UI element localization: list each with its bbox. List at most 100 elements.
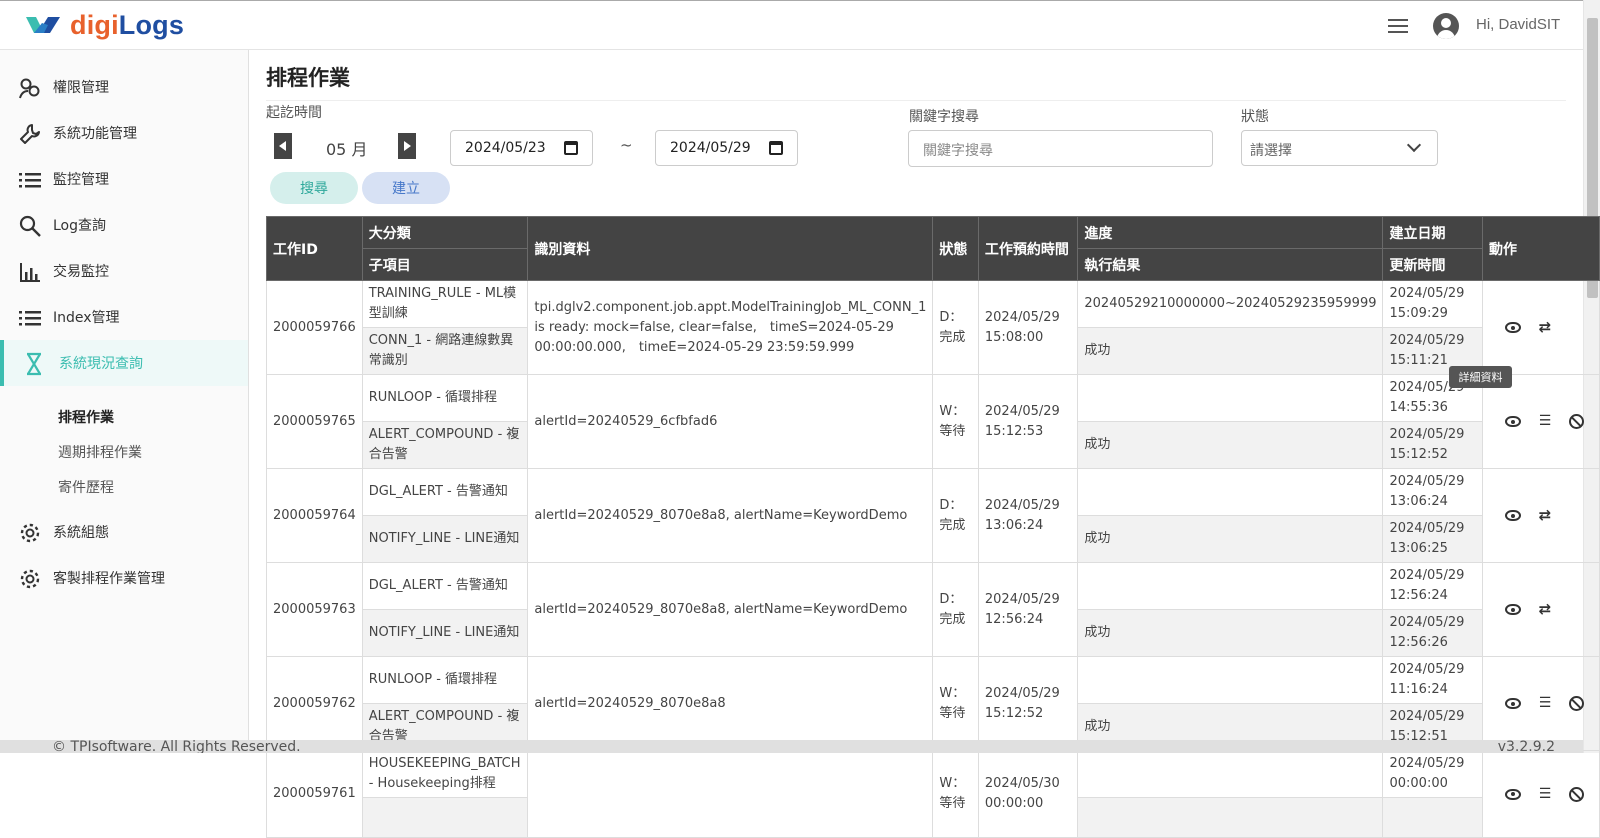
view-details-button[interactable] [1497,693,1529,715]
col-header-sub-item[interactable]: 子項目 [361,248,529,281]
col-header-created[interactable]: 建立日期 [1382,216,1483,249]
create-button[interactable]: 建立 [362,172,450,204]
cell-status: D：完成 [932,280,979,375]
cell-created: 2024/05/29 13:06:24 [1382,468,1483,516]
sidebar-item-label: 交易監控 [53,264,109,280]
avatar-icon[interactable] [1433,13,1459,39]
top-bar: digiLogs Hi, DavidSIT [0,0,1583,50]
cell-updated: 2024/05/29 13:06:25 [1382,515,1483,563]
col-header-job-id[interactable]: 工作ID [266,216,363,281]
hamburger-menu-icon[interactable] [1386,15,1410,37]
app-logo[interactable]: digiLogs [24,9,184,41]
rerun-button[interactable]: ⇄ [1529,317,1561,339]
cell-actions: ⇄ [1481,468,1600,563]
calendar-icon[interactable] [564,141,578,155]
col-header-status[interactable]: 狀態 [932,216,979,281]
checklist-button[interactable]: ☰ [1529,693,1561,715]
view-details-button[interactable] [1497,317,1529,339]
cancel-icon [1569,786,1585,802]
user-group-icon [19,78,40,99]
table-row: 2000059764 DGL_ALERT - 告警通知 alertId=202405… [266,468,1600,563]
cell-actions: ☰ [1481,656,1600,751]
status-select[interactable]: 請選擇 [1241,130,1438,166]
cell-identify: alertId=20240529_8070e8a8, alertName=Key… [527,562,934,657]
sidebar-item-monitoring[interactable]: 監控管理 [0,156,248,202]
sidebar-subitem-mail-history[interactable]: 寄件歷程 [58,477,114,497]
date-to-input[interactable]: 2024/05/29 [655,130,798,166]
hourglass-icon [27,352,41,376]
col-header-identify[interactable]: 識別資料 [527,216,934,281]
cell-result: 成功 [1077,327,1384,375]
rerun-button[interactable]: ⇄ [1529,505,1561,527]
checklist-icon: ☰ [1538,695,1552,711]
sidebar-item-log-query[interactable]: Log查詢 [0,202,248,248]
list-icon [19,311,41,326]
cell-progress [1077,468,1384,516]
cell-result: 成功 [1077,515,1384,563]
col-header-updated[interactable]: 更新時間 [1382,248,1483,281]
cell-sub-item [361,797,529,838]
calendar-icon[interactable] [769,141,783,155]
sidebar-item-index-management[interactable]: Index管理 [0,294,248,340]
cell-actions: ⇄ [1481,280,1600,375]
sidebar-item-system-status[interactable]: 系統現況查詢 [0,340,248,386]
prev-month-button[interactable] [274,133,292,159]
view-details-button[interactable] [1497,599,1529,621]
cell-actions: ☰ [1481,374,1600,469]
sidebar-item-system-functions[interactable]: 系統功能管理 [0,110,248,156]
cell-job-id: 2000059765 [266,374,363,469]
cell-job-id: 2000059766 [266,280,363,375]
next-month-button[interactable] [398,133,416,159]
sidebar-item-permissions[interactable]: 權限管理 [0,64,248,110]
list-icon [19,173,41,188]
sidebar-item-custom-scheduling[interactable]: 客製排程作業管理 [0,555,248,601]
cell-updated: 2024/05/29 12:56:26 [1382,609,1483,657]
user-greeting[interactable]: Hi, DavidSIT [1476,16,1560,33]
logo-mark-icon [26,17,60,33]
col-header-category[interactable]: 大分類 [361,216,529,249]
cancel-job-button[interactable] [1561,783,1593,805]
table-row: 2000059761 HOUSEKEEPING_BATCH - Housekeep… [266,750,1600,838]
repeat-icon: ⇄ [1538,505,1552,524]
sidebar-item-transaction-monitoring[interactable]: 交易監控 [0,248,248,294]
cell-job-id: 2000059762 [266,656,363,751]
eye-icon [1504,604,1521,615]
col-header-result[interactable]: 執行結果 [1077,248,1384,281]
time-range-label: 起訖時間 [266,105,322,121]
view-details-button[interactable] [1497,411,1529,433]
date-from-input[interactable]: 2024/05/23 [450,130,593,166]
footer: © TPIsoftware. All Rights Reserved. v3.2… [0,740,1583,753]
table-row: 2000059765 RUNLOOP - 循環排程 alertId=20240529… [266,374,1600,469]
cell-category: DGL_ALERT - 告警通知 [361,468,529,516]
keyword-search-input[interactable]: 關鍵字搜尋 [908,130,1213,167]
view-details-button[interactable] [1497,505,1529,527]
cell-scheduled: 2024/05/29 15:12:53 [977,374,1079,469]
view-details-button[interactable] [1497,783,1529,805]
cell-status: W：等待 [932,374,979,469]
col-header-scheduled[interactable]: 工作預約時間 [977,216,1079,281]
cell-category: RUNLOOP - 循環排程 [361,374,529,422]
cell-category: TRAINING_RULE - ML模型訓練 [361,280,529,328]
col-header-progress[interactable]: 進度 [1077,216,1384,249]
cell-progress [1077,562,1384,610]
cell-job-id: 2000059764 [266,468,363,563]
eye-icon [1504,788,1521,800]
search-button[interactable]: 搜尋 [270,172,358,204]
cancel-job-button[interactable] [1561,411,1593,433]
caret-right-icon [404,141,411,151]
cell-sub-item: NOTIFY_LINE - LINE通知 [361,515,529,563]
sidebar-item-system-config[interactable]: 系統組態 [0,509,248,555]
sidebar-subitem-periodic-jobs[interactable]: 週期排程作業 [58,442,142,462]
sidebar-subitem-scheduled-jobs[interactable]: 排程作業 [58,407,114,427]
table-row: 2000059763 DGL_ALERT - 告警通知 alertId=202405… [266,562,1600,657]
cell-created: 2024/05/29 00:00:00 [1382,750,1483,798]
rerun-button[interactable]: ⇄ [1529,599,1561,621]
cell-identify: alertId=20240529_6cfbfad6 [527,374,934,469]
checklist-button[interactable]: ☰ [1529,411,1561,433]
sidebar-item-label: Index管理 [53,310,120,326]
cancel-job-button[interactable] [1561,693,1593,715]
checklist-button[interactable]: ☰ [1529,783,1561,805]
checklist-icon: ☰ [1538,413,1552,429]
cell-status: W：等待 [932,750,979,838]
cell-sub-item: ALERT_COMPOUND - 複合告警 [361,421,529,469]
